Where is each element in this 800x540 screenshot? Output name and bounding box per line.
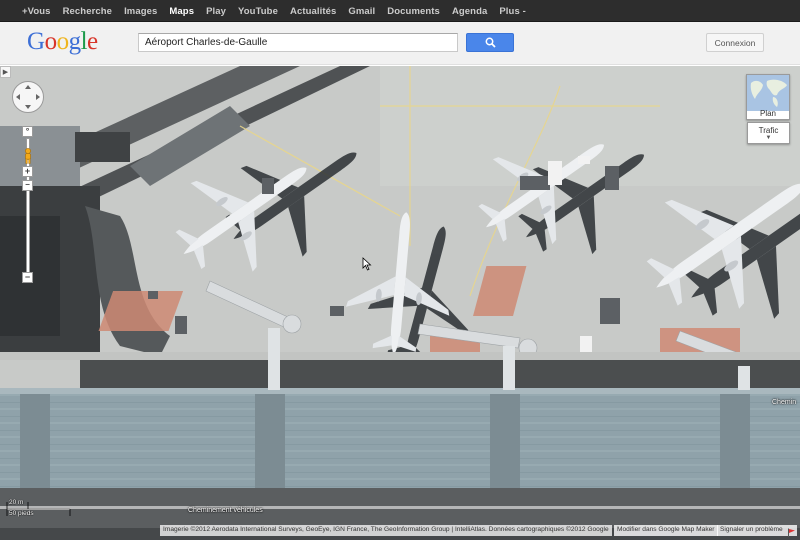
traffic-label: Trafic (758, 126, 779, 135)
street-label: Cheminement véhicules (188, 507, 263, 514)
report-problem-link[interactable]: Signaler un problème (717, 525, 786, 536)
logo-letter: G (27, 28, 45, 55)
traffic-layer-button[interactable]: Trafic ▼ (747, 122, 790, 144)
top-nav-item[interactable]: Actualités (290, 6, 336, 17)
top-nav-item[interactable]: YouTube (238, 6, 278, 17)
top-nav-item[interactable]: Images (124, 6, 157, 17)
map-footer: Imagerie ©2012 Aerodata International Su… (0, 522, 800, 540)
satellite-imagery (0, 66, 800, 540)
top-nav-item[interactable]: Play (206, 6, 226, 17)
header: Google Connexion (0, 22, 800, 65)
mouse-cursor-icon (362, 257, 372, 271)
top-nav-item[interactable]: Maps (169, 6, 194, 17)
search-icon (485, 37, 496, 48)
top-nav-item[interactable]: Plus - (499, 6, 525, 17)
logo-letter: o (44, 28, 58, 55)
google-logo[interactable]: Google (27, 28, 98, 56)
zoom-level-marker[interactable]: − (22, 180, 33, 191)
top-nav: +Vous Recherche Images Maps Play YouTube Actua… (22, 0, 538, 22)
rotate-handle[interactable]: ° (22, 126, 33, 137)
chevron-down-icon: ▼ (765, 135, 772, 141)
street-label: Chemin (772, 399, 797, 406)
signin-button[interactable]: Connexion (706, 33, 764, 52)
logo-letter: o (56, 28, 70, 55)
top-nav-item[interactable]: Documents (387, 6, 440, 17)
logo-letter: e (87, 28, 98, 55)
map-type-plan-button[interactable]: Plan (746, 74, 790, 120)
flag-icon (788, 528, 795, 537)
logo-letter: g (68, 28, 82, 55)
edit-map-maker-link[interactable]: Modifier dans Google Map Maker (614, 525, 718, 536)
world-map-thumbnail-icon (747, 75, 789, 111)
top-nav-item[interactable]: +Vous (22, 6, 51, 17)
satellite-map[interactable]: ▶ ° + − − Plan Trafic ▼ 20 m 50 pieds Ch… (0, 66, 800, 540)
scale-bar: 20 m 50 pieds (6, 499, 72, 519)
google-top-bar: +Vous Recherche Images Maps Play YouTube Actua… (0, 0, 800, 22)
top-nav-item[interactable]: Gmail (348, 6, 375, 17)
scale-imperial: 50 pieds (9, 510, 34, 517)
search-button[interactable] (466, 33, 514, 52)
top-nav-item[interactable]: Recherche (63, 6, 112, 17)
pan-control[interactable] (11, 80, 45, 114)
scale-metric: 20 m (9, 499, 24, 506)
google-maps-window: +Vous Recherche Images Maps Play YouTube Actua… (0, 0, 800, 540)
search-input[interactable] (138, 33, 458, 52)
top-nav-item[interactable]: Agenda (452, 6, 487, 17)
zoom-out-button[interactable]: − (22, 272, 33, 283)
pegman-icon[interactable] (20, 148, 36, 164)
zoom-in-button[interactable]: + (22, 166, 33, 177)
collapse-panel-button[interactable]: ▶ (0, 66, 11, 78)
report-icon[interactable] (786, 525, 797, 537)
map-attribution: Imagerie ©2012 Aerodata International Su… (160, 525, 612, 536)
map-type-plan-label: Plan (759, 109, 776, 118)
